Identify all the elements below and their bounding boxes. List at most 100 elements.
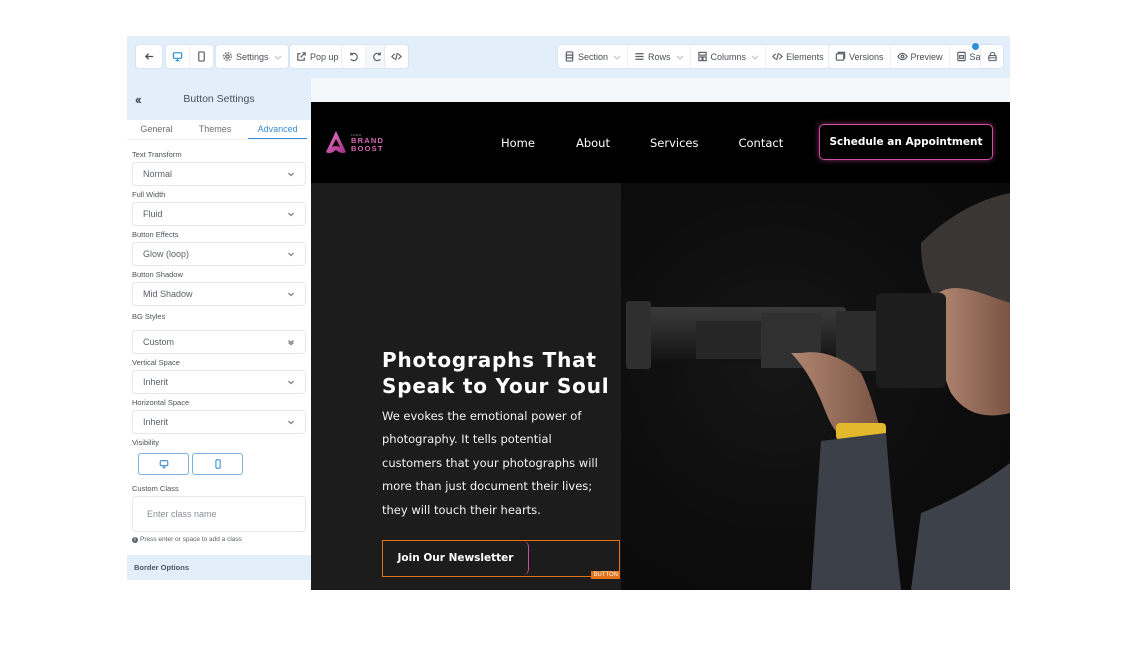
rows-label: Rows bbox=[648, 51, 671, 62]
chevron-down-icon bbox=[676, 53, 684, 61]
vertical-space-select[interactable]: Inherit bbox=[132, 370, 306, 394]
nav-about[interactable]: About bbox=[576, 136, 610, 150]
custom-class-input[interactable]: Enter class name bbox=[132, 496, 306, 532]
mobile-icon bbox=[196, 51, 207, 62]
chevron-down-icon bbox=[287, 170, 295, 178]
rows-icon bbox=[634, 51, 645, 62]
nav-services[interactable]: Services bbox=[650, 136, 699, 150]
publish-toolbar: Versions Preview Save bbox=[829, 45, 997, 68]
section-icon bbox=[564, 51, 575, 62]
full-width-value: Fluid bbox=[143, 209, 163, 219]
mobile-view-button[interactable] bbox=[189, 45, 213, 68]
settings-label: Settings bbox=[236, 51, 269, 62]
nav-home[interactable]: Home bbox=[501, 136, 535, 150]
external-link-icon bbox=[296, 51, 307, 62]
selected-element-tag: BUTTON bbox=[591, 571, 620, 579]
undo-icon bbox=[348, 51, 359, 62]
button-shadow-label: Button Shadow bbox=[132, 270, 183, 279]
code-icon bbox=[391, 51, 402, 62]
border-options-section[interactable]: Border Options bbox=[127, 555, 311, 580]
tab-advanced[interactable]: Advanced bbox=[248, 120, 308, 139]
save-icon bbox=[956, 51, 967, 62]
lock-icon bbox=[987, 51, 998, 62]
visibility-label: Visibility bbox=[132, 438, 159, 447]
nav-links: Home About Services Contact bbox=[501, 136, 783, 150]
bg-styles-value: Custom bbox=[143, 337, 175, 347]
site-navbar: LOGO BRAND BOOST Home About Services Con… bbox=[311, 102, 1010, 183]
section-button[interactable]: Section bbox=[558, 45, 627, 68]
structure-toolbar: Section Rows Columns Elements bbox=[558, 45, 830, 68]
code-button[interactable] bbox=[385, 45, 408, 68]
versions-button[interactable]: Versions bbox=[829, 45, 890, 68]
button-shadow-value: Mid Shadow bbox=[143, 289, 193, 299]
hero-title-line-1: Photographs That bbox=[382, 348, 597, 372]
logo-mark-icon bbox=[326, 131, 346, 154]
button-effects-label: Button Effects bbox=[132, 230, 179, 239]
sidebar-body: Text Transform Normal Full Width Fluid B… bbox=[127, 150, 311, 543]
button-effects-value: Glow (loop) bbox=[143, 249, 190, 259]
selected-element-outline: Join Our Newsletter BUTTON bbox=[382, 540, 620, 579]
settings-button[interactable]: Settings bbox=[216, 45, 288, 68]
logo-line-2: BOOST bbox=[351, 144, 384, 153]
full-width-select[interactable]: Fluid bbox=[132, 202, 306, 226]
history-controls bbox=[342, 45, 389, 68]
hero-title: Photographs That Speak to Your Soul bbox=[382, 347, 609, 399]
versions-icon bbox=[835, 51, 846, 62]
text-transform-label: Text Transform bbox=[132, 150, 182, 159]
gear-icon bbox=[222, 51, 233, 62]
popup-button[interactable]: Pop up bbox=[290, 45, 345, 68]
desktop-view-button[interactable] bbox=[166, 45, 189, 68]
horizontal-space-label: Horizontal Space bbox=[132, 398, 190, 407]
chevron-down-icon bbox=[287, 290, 295, 298]
section-label: Section bbox=[578, 51, 609, 62]
button-shadow-select[interactable]: Mid Shadow bbox=[132, 282, 306, 306]
full-width-label: Full Width bbox=[132, 190, 166, 199]
vertical-space-value: Inherit bbox=[143, 377, 169, 387]
bg-styles-label: BG Styles bbox=[132, 312, 166, 321]
preview-button[interactable]: Preview bbox=[889, 45, 949, 68]
nav-contact[interactable]: Contact bbox=[738, 136, 783, 150]
elements-label: Elements bbox=[786, 51, 824, 62]
settings-tabs: General Themes Advanced bbox=[127, 120, 311, 140]
horizontal-space-value: Inherit bbox=[143, 417, 169, 427]
hero-title-line-2: Speak to Your Soul bbox=[382, 374, 610, 398]
versions-label: Versions bbox=[849, 51, 884, 62]
visibility-mobile-toggle[interactable] bbox=[192, 453, 243, 475]
text-transform-select[interactable]: Normal bbox=[132, 162, 306, 186]
website-preview: LOGO BRAND BOOST Home About Services Con… bbox=[311, 102, 1010, 590]
join-newsletter-button[interactable]: Join Our Newsletter bbox=[383, 541, 529, 575]
photographer-illustration bbox=[626, 193, 1010, 590]
redo-icon bbox=[372, 51, 383, 62]
vertical-space-label: Vertical Space bbox=[132, 358, 180, 367]
columns-icon bbox=[697, 51, 708, 62]
arrow-left-icon bbox=[144, 51, 155, 62]
preview-label: Preview bbox=[910, 51, 943, 62]
rows-button[interactable]: Rows bbox=[627, 45, 690, 68]
tab-general[interactable]: General bbox=[127, 120, 186, 139]
horizontal-space-select[interactable]: Inherit bbox=[132, 410, 306, 434]
sidebar-header: ‹‹ Button Settings bbox=[127, 78, 311, 120]
chevron-down-icon bbox=[751, 53, 759, 61]
visibility-desktop-toggle[interactable] bbox=[138, 453, 189, 475]
elements-button[interactable]: Elements bbox=[765, 45, 830, 68]
brand-logo[interactable]: LOGO BRAND BOOST bbox=[324, 130, 384, 156]
hero-photographer-image bbox=[621, 183, 1010, 590]
custom-class-placeholder: Enter class name bbox=[147, 509, 217, 519]
custom-class-label: Custom Class bbox=[132, 484, 179, 493]
chevron-down-icon bbox=[287, 378, 295, 386]
button-effects-select[interactable]: Glow (loop) bbox=[132, 242, 306, 266]
columns-label: Columns bbox=[710, 51, 747, 62]
schedule-appointment-button[interactable]: Schedule an Appointment bbox=[819, 124, 993, 160]
lock-button[interactable] bbox=[981, 45, 1003, 68]
bg-styles-select[interactable]: Custom bbox=[132, 330, 306, 354]
undo-button[interactable] bbox=[342, 45, 365, 68]
tab-themes[interactable]: Themes bbox=[186, 120, 245, 139]
double-chevron-down-icon bbox=[287, 338, 295, 346]
chevron-down-icon bbox=[287, 210, 295, 218]
back-button[interactable] bbox=[136, 45, 162, 68]
columns-button[interactable]: Columns bbox=[689, 45, 766, 68]
device-switcher bbox=[166, 45, 213, 68]
popup-label: Pop up bbox=[310, 51, 339, 62]
desktop-icon bbox=[159, 459, 169, 469]
custom-class-hint: i Press enter or space to add a class bbox=[132, 536, 306, 543]
